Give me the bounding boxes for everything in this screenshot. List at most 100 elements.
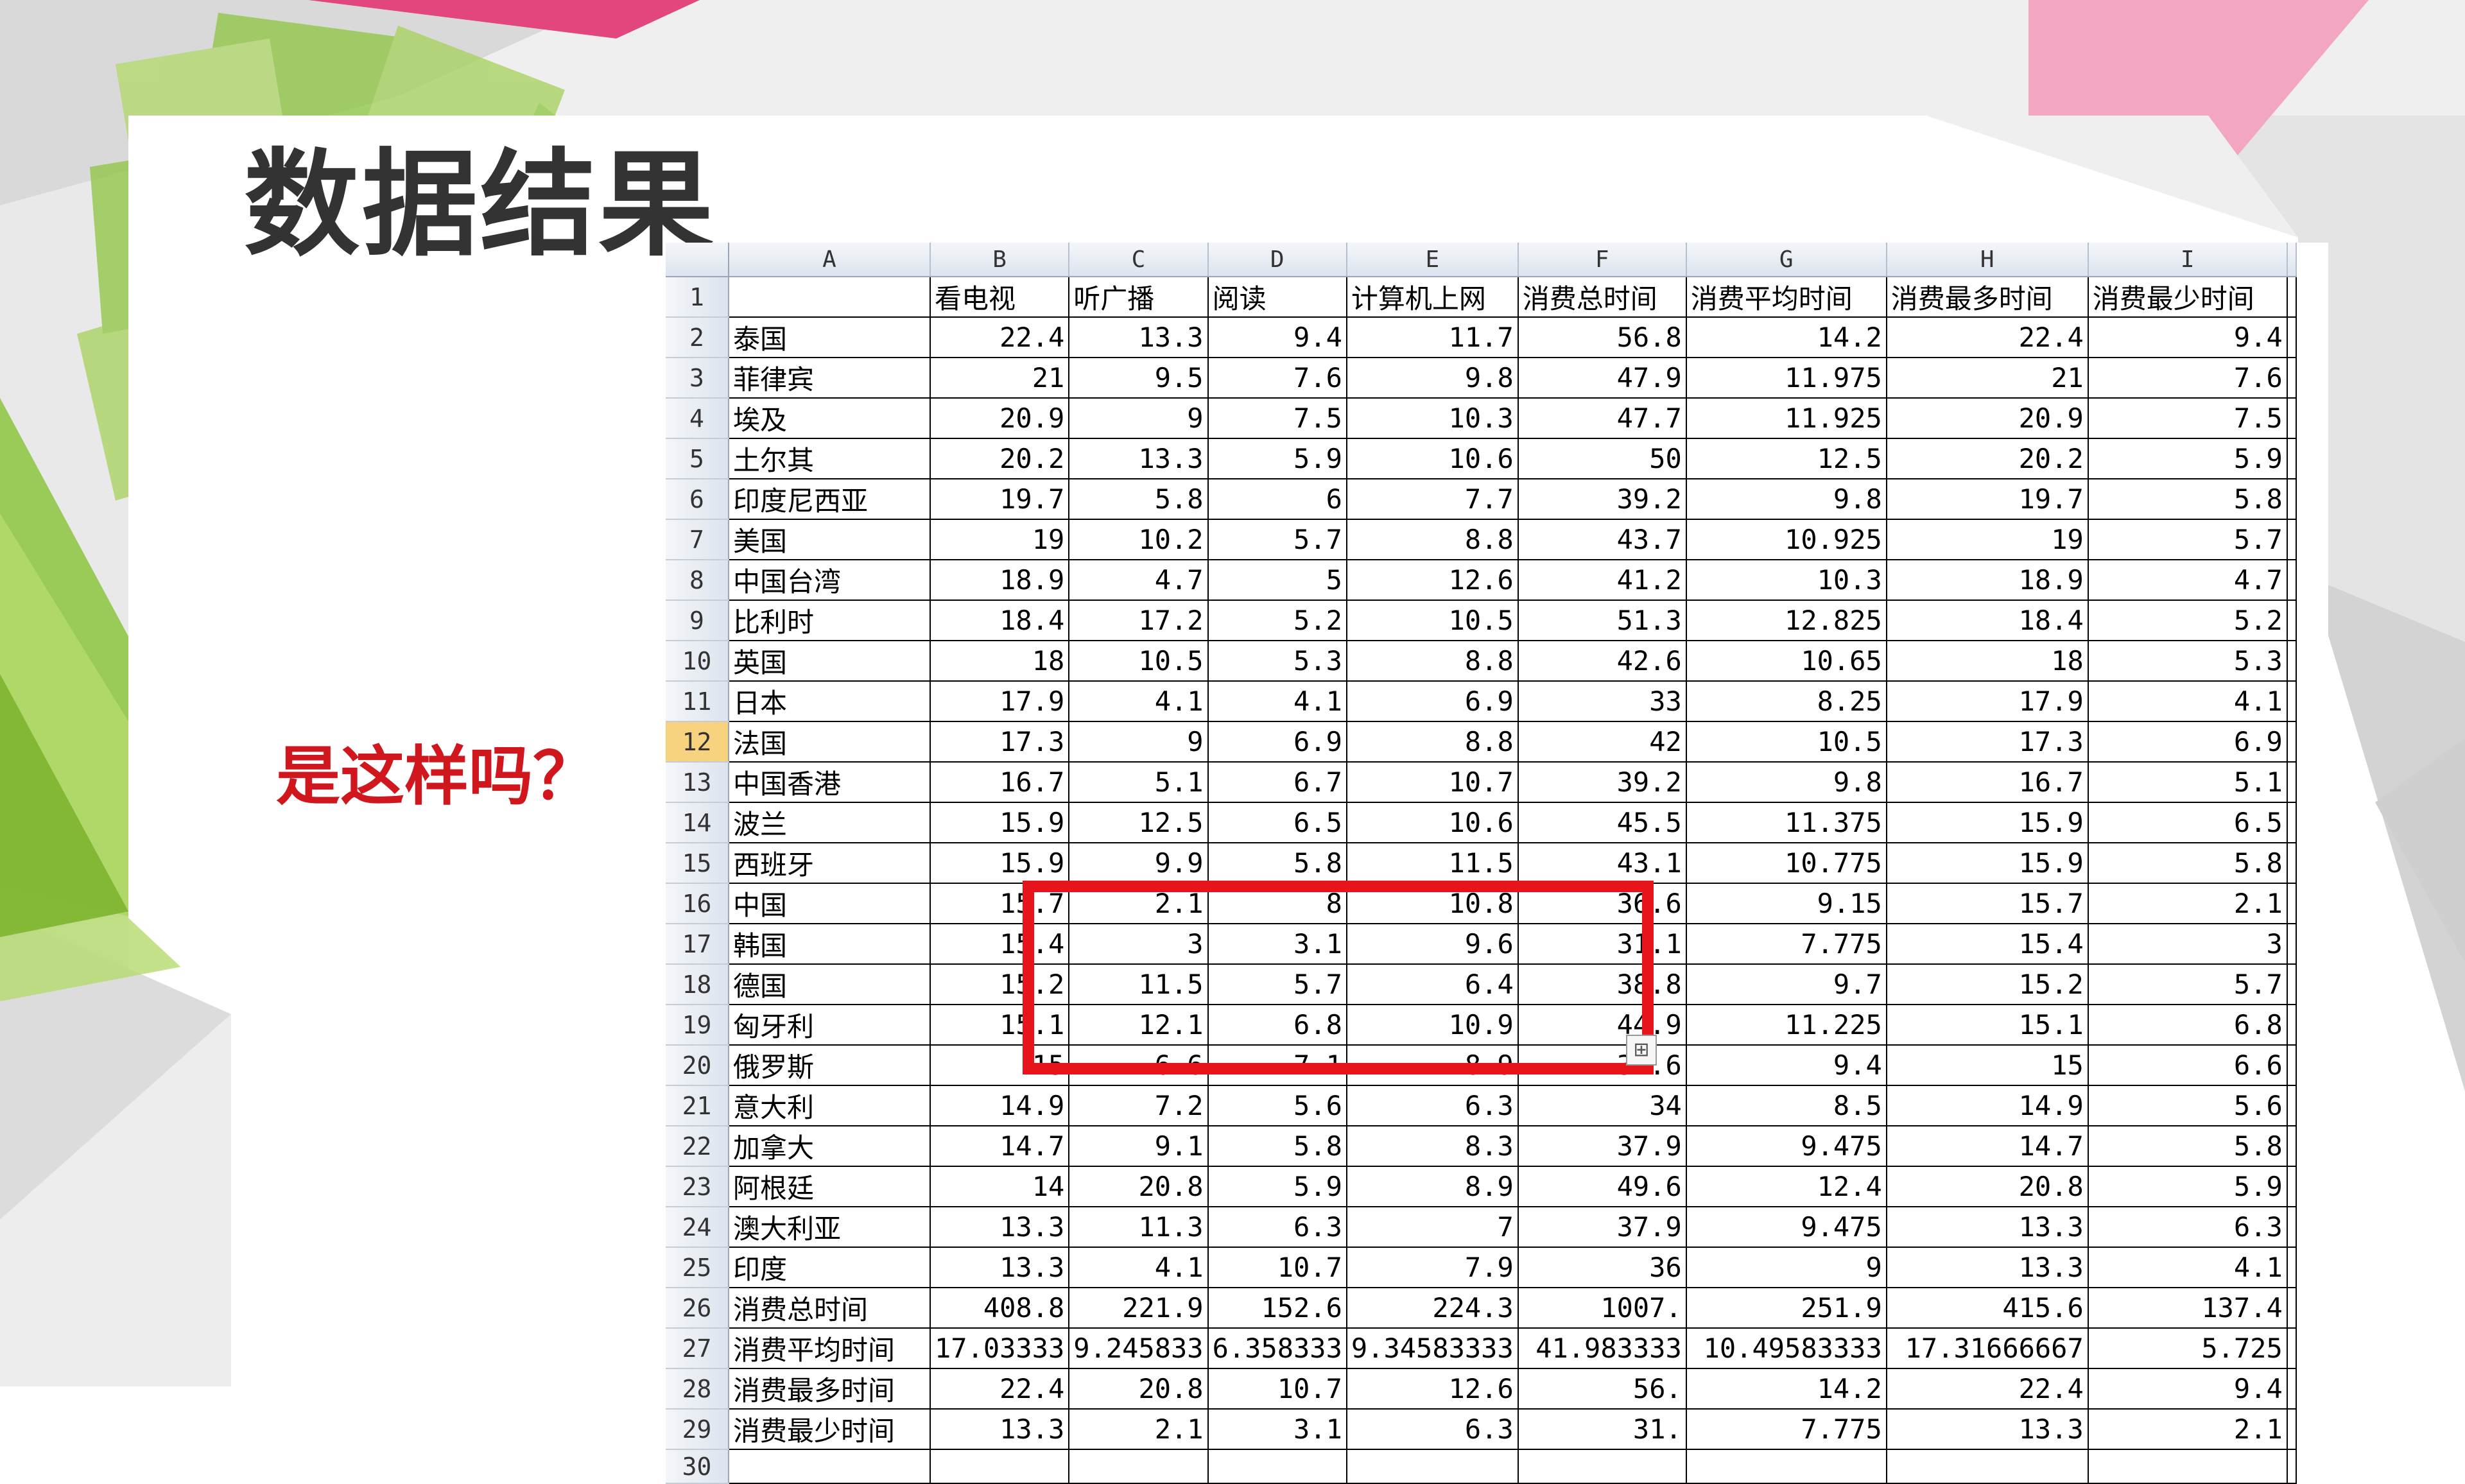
table-cell[interactable]: 6.3	[1346, 1409, 1519, 1450]
table-cell[interactable]: 5.3	[2088, 641, 2288, 682]
table-cell[interactable]: 消费总时间	[1518, 277, 1687, 318]
table-cell[interactable]: 10.6	[1346, 802, 1519, 843]
table-cell[interactable]: 听广播	[1069, 277, 1209, 318]
table-cell[interactable]: 20.2	[930, 438, 1070, 479]
row-header[interactable]: 28	[666, 1368, 729, 1410]
table-cell[interactable]: 45.5	[1518, 802, 1687, 843]
row-header[interactable]: 7	[666, 519, 729, 560]
table-cell[interactable]: 8.9	[1346, 1045, 1519, 1086]
table-cell[interactable]: 波兰	[729, 802, 931, 843]
table-cell[interactable]: 15.1	[1886, 1005, 2089, 1046]
table-cell[interactable]: 9.4	[2088, 317, 2288, 358]
table-cell[interactable]: 9.15	[1686, 883, 1887, 924]
table-cell[interactable]: 阿根廷	[729, 1166, 931, 1207]
table-cell[interactable]: 20.8	[1069, 1166, 1209, 1207]
table-cell[interactable]: 3.1	[1207, 924, 1347, 965]
table-cell[interactable]	[2287, 358, 2297, 399]
table-cell[interactable]: 17.3	[930, 721, 1070, 763]
table-cell[interactable]: 4.7	[2088, 560, 2288, 601]
table-cell[interactable]: 56.	[1518, 1368, 1687, 1410]
table-cell[interactable]: 意大利	[729, 1085, 931, 1126]
table-cell[interactable]: 224.3	[1346, 1288, 1519, 1329]
table-cell[interactable]: 7.9	[1346, 1247, 1519, 1288]
table-cell[interactable]: 12.1	[1069, 1005, 1209, 1046]
table-cell[interactable]	[2287, 1166, 2297, 1207]
table-cell[interactable]: 20.8	[1886, 1166, 2089, 1207]
table-cell[interactable]: 17.9	[930, 681, 1070, 722]
table-cell[interactable]: 11.975	[1686, 358, 1887, 399]
table-cell[interactable]: 152.6	[1207, 1288, 1347, 1329]
table-cell[interactable]: 5.6	[2088, 1085, 2288, 1126]
table-cell[interactable]	[2287, 1126, 2297, 1167]
table-cell[interactable]	[2287, 600, 2297, 641]
row-header[interactable]: 29	[666, 1409, 729, 1450]
table-cell[interactable]: 37.6	[1518, 1045, 1687, 1086]
column-header-extra[interactable]	[2287, 243, 2297, 277]
table-cell[interactable]: 6	[1207, 479, 1347, 520]
table-cell[interactable]: 9.4	[1207, 317, 1347, 358]
table-cell[interactable]: 埃及	[729, 398, 931, 439]
table-cell[interactable]: 6.8	[2088, 1005, 2288, 1046]
table-cell[interactable]: 19.7	[1886, 479, 2089, 520]
table-cell[interactable]: 7.6	[2088, 358, 2288, 399]
table-cell[interactable]: 7.2	[1069, 1085, 1209, 1126]
table-cell[interactable]: 8.3	[1346, 1126, 1519, 1167]
table-cell[interactable]	[729, 277, 931, 318]
table-cell[interactable]: 5.8	[1207, 843, 1347, 884]
table-cell[interactable]: 50	[1518, 438, 1687, 479]
table-cell[interactable]: 6.9	[2088, 721, 2288, 763]
table-cell[interactable]: 22.4	[930, 1368, 1070, 1410]
table-cell[interactable]: 5.9	[2088, 1166, 2288, 1207]
row-header[interactable]: 1	[666, 277, 729, 318]
table-cell[interactable]: 10.65	[1686, 641, 1887, 682]
table-cell[interactable]: 21	[1886, 358, 2089, 399]
table-cell[interactable]: 11.375	[1686, 802, 1887, 843]
table-cell[interactable]: 5.7	[1207, 519, 1347, 560]
row-header[interactable]: 9	[666, 600, 729, 641]
column-header-i[interactable]: I	[2088, 243, 2288, 277]
table-cell[interactable]	[2088, 1449, 2288, 1484]
table-cell[interactable]: 11.5	[1346, 843, 1519, 884]
table-cell[interactable]: 15.9	[930, 802, 1070, 843]
table-cell[interactable]	[1518, 1449, 1687, 1484]
table-cell[interactable]: 22.4	[1886, 317, 2089, 358]
row-header[interactable]: 12	[666, 721, 729, 763]
table-cell[interactable]	[2287, 802, 2297, 843]
table-cell[interactable]: 10.2	[1069, 519, 1209, 560]
table-cell[interactable]: 日本	[729, 681, 931, 722]
table-cell[interactable]: 6.5	[2088, 802, 2288, 843]
table-cell[interactable]: 菲律宾	[729, 358, 931, 399]
table-cell[interactable]: 4.1	[1069, 1247, 1209, 1288]
table-cell[interactable]	[2287, 1005, 2297, 1046]
table-cell[interactable]: 33	[1518, 681, 1687, 722]
table-cell[interactable]: 12.825	[1686, 600, 1887, 641]
table-cell[interactable]: 36	[1518, 1247, 1687, 1288]
column-header-b[interactable]: B	[930, 243, 1070, 277]
table-cell[interactable]: 43.7	[1518, 519, 1687, 560]
table-cell[interactable]: 5.9	[1207, 1166, 1347, 1207]
table-cell[interactable]: 6.7	[1207, 762, 1347, 803]
table-cell[interactable]: 2.1	[1069, 1409, 1209, 1450]
table-cell[interactable]: 22.4	[1886, 1368, 2089, 1410]
table-cell[interactable]: 37.9	[1518, 1126, 1687, 1167]
table-cell[interactable]: 20.9	[1886, 398, 2089, 439]
row-header[interactable]: 10	[666, 641, 729, 682]
table-cell[interactable]: 7.6	[1207, 358, 1347, 399]
table-cell[interactable]	[1346, 1449, 1519, 1484]
table-cell[interactable]: 5.8	[1069, 479, 1209, 520]
table-cell[interactable]: 137.4	[2088, 1288, 2288, 1329]
table-cell[interactable]: 12.5	[1686, 438, 1887, 479]
table-cell[interactable]: 计算机上网	[1346, 277, 1519, 318]
table-cell[interactable]: 5.9	[1207, 438, 1347, 479]
table-cell[interactable]: 34	[1518, 1085, 1687, 1126]
table-cell[interactable]: 17.31666667	[1886, 1328, 2089, 1369]
column-header-f[interactable]: F	[1518, 243, 1687, 277]
table-cell[interactable]: 6.3	[2088, 1207, 2288, 1248]
table-cell[interactable]: 中国台湾	[729, 560, 931, 601]
table-cell[interactable]: 31.1	[1518, 924, 1687, 965]
table-cell[interactable]: 15.2	[930, 964, 1070, 1005]
table-cell[interactable]: 消费最多时间	[1886, 277, 2089, 318]
table-cell[interactable]: 13.3	[930, 1207, 1070, 1248]
table-cell[interactable]: 11.3	[1069, 1207, 1209, 1248]
table-cell[interactable]: 18.9	[1886, 560, 2089, 601]
